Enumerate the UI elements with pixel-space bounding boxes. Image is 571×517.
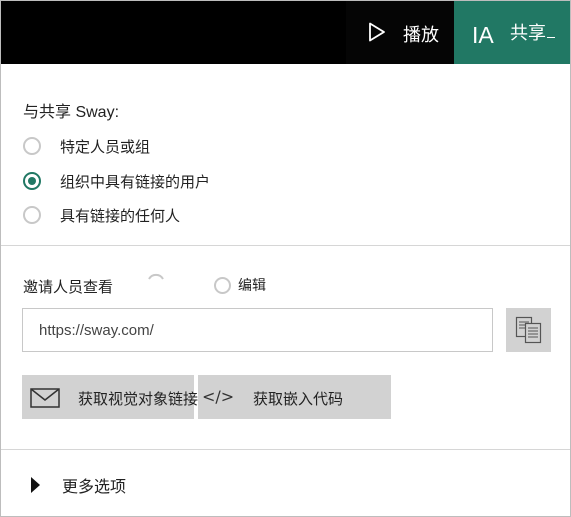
share-link-input[interactable] [22,308,493,352]
radio-circle[interactable] [23,206,41,224]
user-initials: IA [472,22,494,48]
divider [1,449,570,450]
visual-link-label: 获取视觉对象链接 [78,391,199,408]
radio-circle[interactable] [23,137,41,155]
radio-circle-checked[interactable] [23,172,41,190]
share-panel: 播放 IA 共享 与共享 Sway: 特定人员或组 组织中具有链接的用户 具有链… [0,0,571,517]
get-embed-code-button[interactable]: </> 获取嵌入代码 [198,375,391,419]
divider [1,245,570,246]
radio-edit[interactable]: 编辑 [214,275,266,295]
play-label: 播放 [403,25,439,45]
top-bar: 播放 IA 共享 [1,1,570,64]
more-options-toggle[interactable]: 更多选项 [31,473,126,497]
radio-label: 具有链接的任何人 [60,207,181,225]
radio-specific-people[interactable]: 特定人员或组 [23,135,150,157]
copy-link-button[interactable] [506,308,551,352]
embed-code-label: 获取嵌入代码 [253,391,344,408]
envelope-icon [30,388,60,408]
invite-view-label[interactable]: 邀请人员查看 [23,276,113,297]
play-button[interactable]: 播放 [346,1,454,64]
code-icon: </> [202,387,235,406]
share-label: 共享 [510,23,546,43]
share-with-title: 与共享 Sway: [23,104,120,121]
copy-icon [515,316,542,344]
radio-circle[interactable] [214,276,231,294]
more-options-label: 更多选项 [62,479,127,496]
play-icon [369,22,385,42]
share-underline [547,37,555,38]
view-radio-partial-icon[interactable] [147,273,165,281]
edit-label: 编辑 [238,277,266,293]
radio-org-users[interactable]: 组织中具有链接的用户 [23,170,210,192]
caret-right-icon [31,477,40,493]
get-visual-link-button[interactable]: 获取视觉对象链接 [22,375,198,419]
radio-label: 组织中具有链接的用户 [60,173,211,191]
share-button[interactable]: IA 共享 [454,1,570,64]
radio-label: 特定人员或组 [60,138,151,156]
radio-anyone-with-link[interactable]: 具有链接的任何人 [23,204,180,226]
